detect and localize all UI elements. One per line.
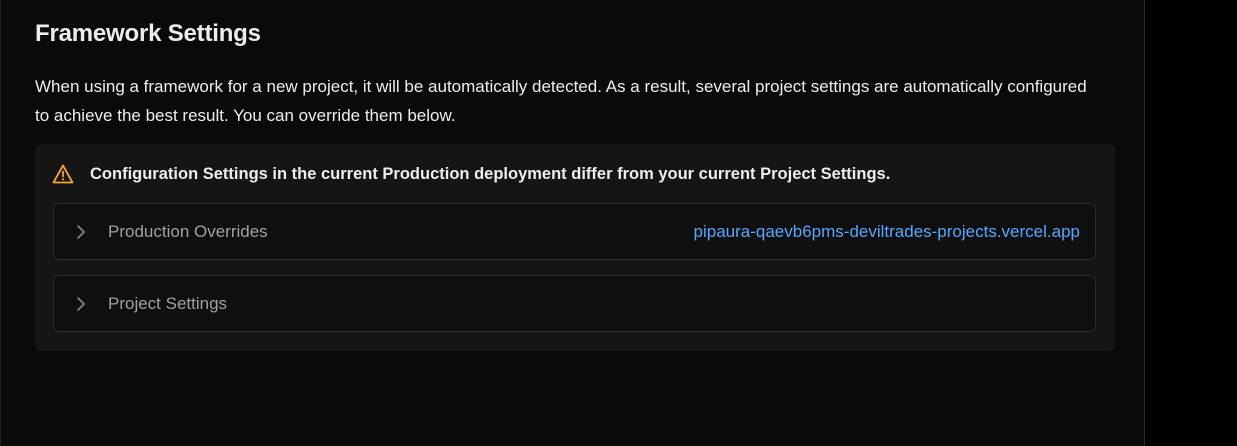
config-mismatch-notice: Configuration Settings in the current Pr… <box>35 144 1115 351</box>
project-settings-label: Project Settings <box>108 293 228 313</box>
warning-icon <box>52 164 74 184</box>
production-overrides-label: Production Overrides <box>108 221 268 241</box>
chevron-right-icon <box>76 224 86 240</box>
notice-header: Configuration Settings in the current Pr… <box>52 164 890 184</box>
project-settings-row[interactable]: Project Settings <box>53 275 1096 332</box>
deployment-url-link[interactable]: pipaura-qaevb6pms-deviltrades-projects.v… <box>694 222 1080 242</box>
production-overrides-row[interactable]: Production Overrides pipaura-qaevb6pms-d… <box>53 203 1096 260</box>
section-title: Framework Settings <box>35 20 261 47</box>
framework-settings-card: Framework Settings When using a framewor… <box>0 0 1145 446</box>
notice-text: Configuration Settings in the current Pr… <box>90 164 891 183</box>
chevron-right-icon <box>76 296 86 312</box>
section-description: When using a framework for a new project… <box>35 77 1087 125</box>
